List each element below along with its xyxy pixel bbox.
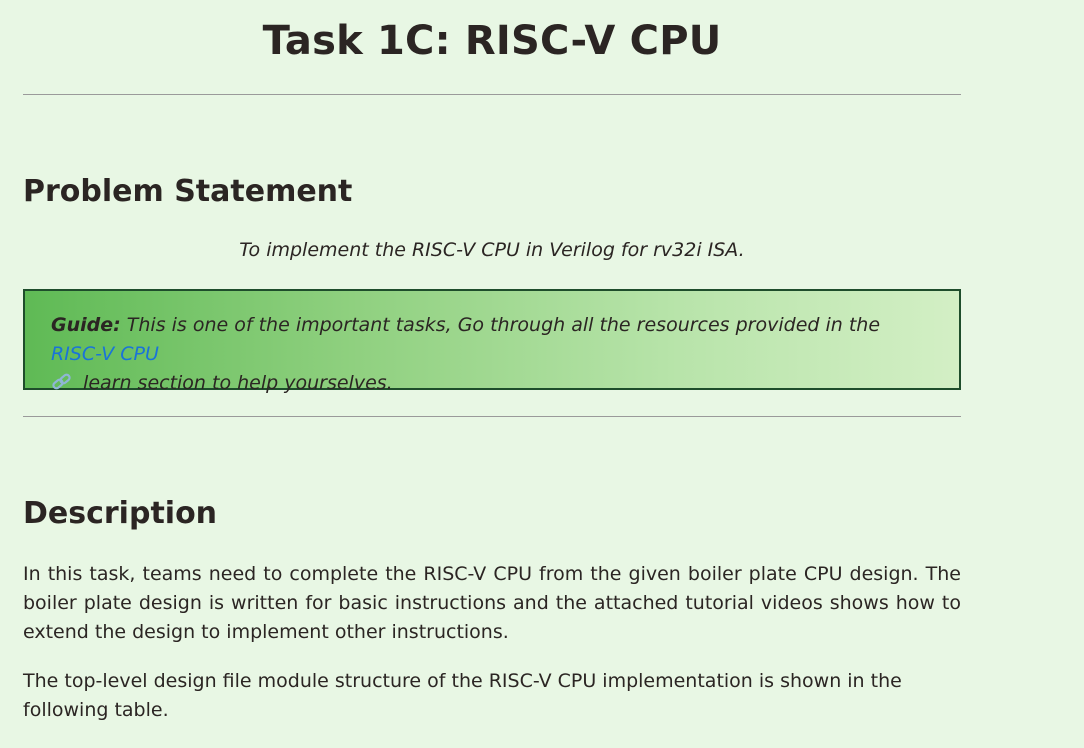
guide-text-after: learn section to help yourselves. <box>77 372 393 394</box>
description-paragraph: In this task, teams need to complete the… <box>23 563 961 643</box>
problem-statement-text: To implement the RISC-V CPU in Verilog f… <box>239 239 745 261</box>
divider <box>23 416 961 417</box>
description-paragraph: The top-level design file module structu… <box>23 670 902 721</box>
guide-callout: Guide: This is one of the important task… <box>23 289 961 394</box>
guide-label: Guide: <box>51 314 121 336</box>
description-heading: Description <box>23 496 218 531</box>
divider <box>23 94 961 95</box>
problem-statement-heading: Problem Statement <box>23 174 353 209</box>
link-icon[interactable] <box>51 372 73 392</box>
document-page: Task 1C: RISC-V CPU Problem Statement To… <box>0 0 1084 748</box>
risc-v-cpu-link[interactable]: RISC-V CPU <box>51 343 159 365</box>
guide-text-before: This is one of the important tasks, Go t… <box>120 314 881 336</box>
page-title: Task 1C: RISC-V CPU <box>262 18 722 64</box>
